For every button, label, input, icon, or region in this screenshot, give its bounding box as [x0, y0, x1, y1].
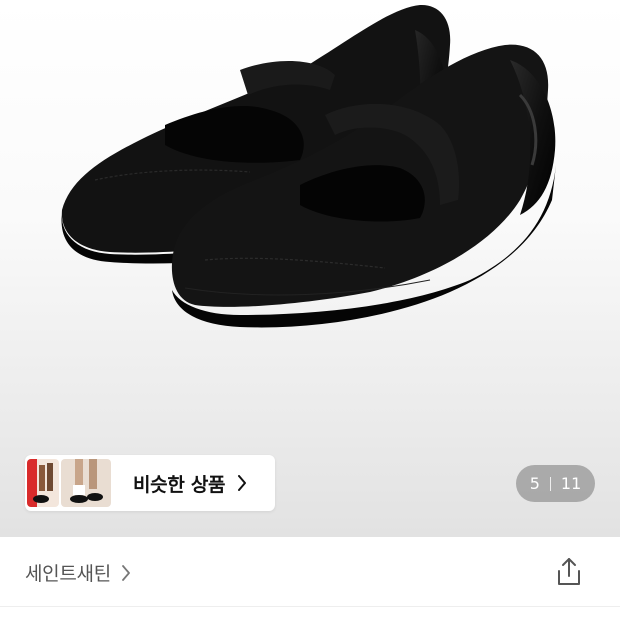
similar-products-button[interactable]: 비슷한 상품: [25, 455, 275, 511]
similar-product-thumbnail-1: [27, 459, 59, 507]
similar-products-thumbnails: [27, 455, 117, 511]
gallery-page-indicator: 5 11: [516, 465, 595, 502]
chevron-right-icon: [237, 475, 247, 491]
brand-bar: 세인트새틴: [0, 537, 620, 607]
similar-products-label: 비슷한 상품: [133, 473, 226, 496]
gallery-current-page: 5: [529, 474, 540, 493]
brand-name: 세인트새틴: [25, 563, 111, 585]
gallery-total-pages: 11: [560, 474, 582, 493]
gallery-indicator-divider: [549, 476, 551, 491]
share-icon[interactable]: [555, 557, 583, 587]
product-image-gallery[interactable]: 비슷한 상품 5 11: [0, 0, 620, 537]
chevron-right-icon: [121, 564, 131, 581]
similar-product-thumbnail-2: [61, 459, 111, 507]
brand-link[interactable]: 세인트새틴: [25, 559, 131, 586]
